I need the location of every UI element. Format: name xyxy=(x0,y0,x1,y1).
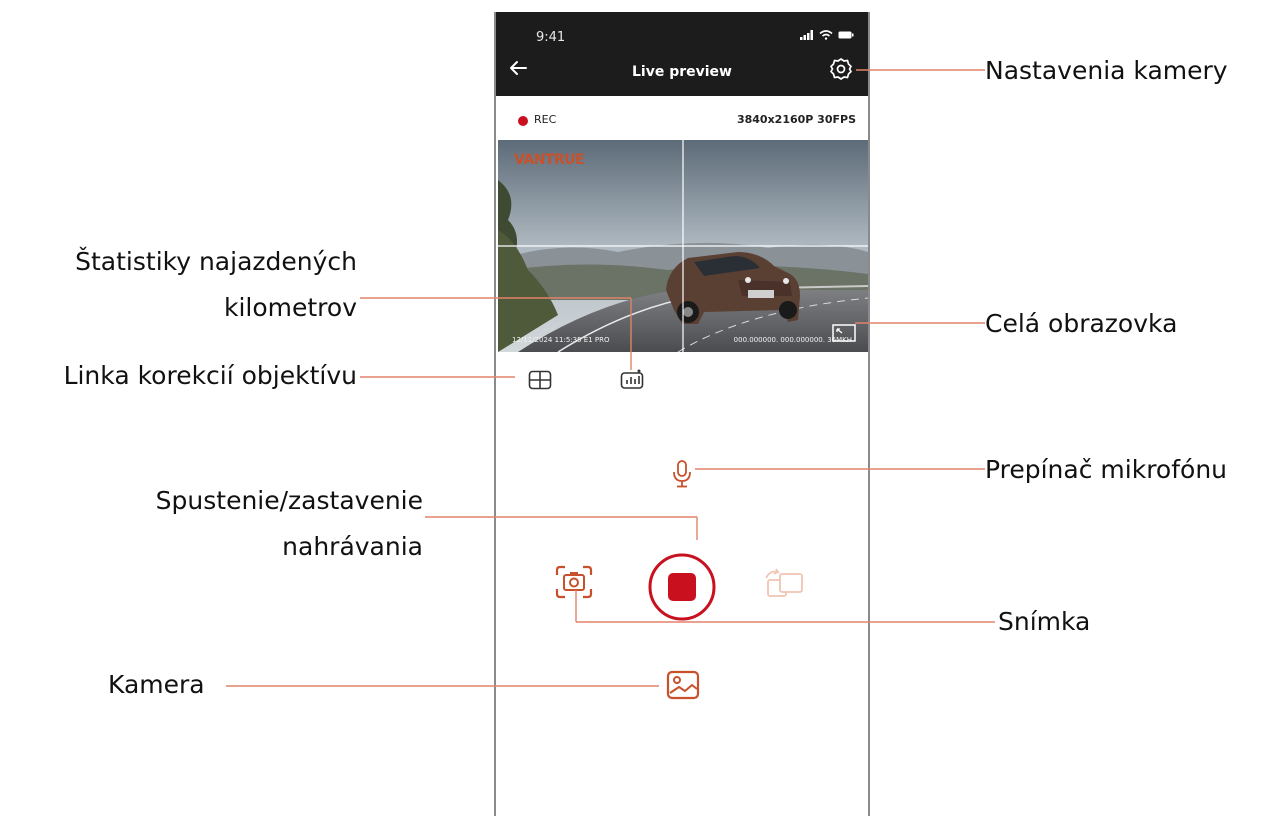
label-fullscreen: Celá obrazovka xyxy=(985,309,1178,338)
label-mileage-stats-line1: Štatistiky najazdených xyxy=(75,247,357,276)
label-gallery: Kamera xyxy=(108,670,205,699)
label-record-line1: Spustenie/zastavenie xyxy=(155,486,423,515)
label-snapshot: Snímka xyxy=(998,607,1091,636)
label-lens-correction: Linka korekcií objektívu xyxy=(63,361,357,390)
label-mileage-stats-line2: kilometrov xyxy=(223,293,357,322)
label-camera-settings: Nastavenia kamery xyxy=(985,56,1228,85)
label-mic-toggle: Prepínač mikrofónu xyxy=(985,455,1228,484)
label-record-line2: nahrávania xyxy=(282,532,423,561)
